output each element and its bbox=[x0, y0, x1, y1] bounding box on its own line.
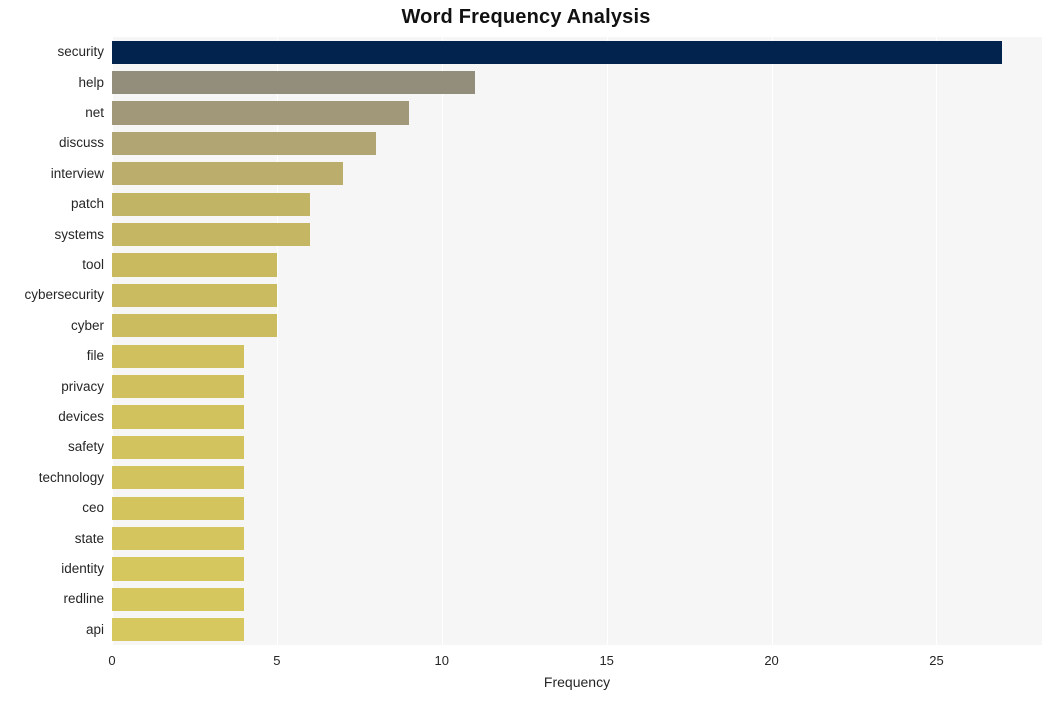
gridline-x-1 bbox=[276, 37, 278, 645]
bar-row bbox=[112, 618, 1042, 642]
bar-row bbox=[112, 253, 1042, 277]
bar-row bbox=[112, 162, 1042, 186]
y-axis-tick-labels: security help net discuss interview patch syst… bbox=[0, 37, 104, 645]
x-tick-label-25: 25 bbox=[929, 653, 944, 668]
chart-figure: Word Frequency Analysis security help net d… bbox=[0, 0, 1052, 701]
y-tick-label-patch: patch bbox=[70, 196, 104, 212]
y-tick-label-redline: redline bbox=[63, 591, 104, 607]
x-tick-label-20: 20 bbox=[764, 653, 779, 668]
gridline-x-0 bbox=[112, 37, 113, 645]
bar-devices bbox=[112, 405, 244, 429]
x-tick-label-0: 0 bbox=[108, 653, 116, 668]
chart-title: Word Frequency Analysis bbox=[401, 6, 651, 28]
bar-patch bbox=[112, 192, 310, 216]
y-tick-label-api: api bbox=[85, 621, 104, 637]
bar-row bbox=[112, 435, 1042, 459]
bar-cybersecurity bbox=[112, 283, 277, 307]
bar-row bbox=[112, 223, 1042, 247]
y-tick-label-tool: tool bbox=[82, 257, 104, 272]
x-axis-title: Frequency bbox=[543, 674, 611, 690]
y-tick-label-safety: safety bbox=[67, 439, 104, 455]
bar-file bbox=[112, 344, 244, 368]
y-tick-label-systems: systems bbox=[54, 226, 104, 242]
y-tick-label-cybersecurity: cybersecurity bbox=[24, 287, 104, 303]
y-tick-label-identity: identity bbox=[61, 561, 104, 576]
bar-privacy bbox=[112, 375, 244, 399]
gridline-x-4 bbox=[771, 37, 773, 645]
y-tick-label-security: security bbox=[57, 44, 104, 60]
bar-row bbox=[112, 71, 1042, 95]
bar-row bbox=[112, 557, 1042, 581]
y-tick-label-privacy: privacy bbox=[61, 378, 104, 394]
bar-net bbox=[112, 101, 409, 125]
bar-ceo bbox=[112, 496, 244, 520]
x-axis-tick-labels: 0 5 10 15 20 25 bbox=[0, 645, 1052, 675]
y-tick-label-ceo: ceo bbox=[82, 500, 104, 516]
plot-area bbox=[112, 37, 1042, 645]
bar-row bbox=[112, 131, 1042, 155]
bar-safety bbox=[112, 435, 244, 459]
bar-security bbox=[112, 40, 1003, 64]
x-tick-label-5: 5 bbox=[273, 653, 281, 668]
gridline-x-2 bbox=[441, 37, 443, 645]
bar-row bbox=[112, 101, 1042, 125]
y-tick-label-devices: devices bbox=[58, 409, 104, 424]
y-tick-label-discuss: discuss bbox=[58, 135, 104, 151]
bar-row bbox=[112, 40, 1042, 64]
y-tick-label-state: state bbox=[74, 530, 104, 546]
bar-api bbox=[112, 618, 244, 642]
bar-help bbox=[112, 71, 475, 95]
x-tick-label-15: 15 bbox=[599, 653, 614, 668]
bar-row bbox=[112, 405, 1042, 429]
x-tick-label-10: 10 bbox=[434, 653, 450, 668]
y-tick-label-net: net bbox=[85, 105, 104, 120]
bar-technology bbox=[112, 466, 244, 490]
bar-row bbox=[112, 344, 1042, 368]
y-tick-label-technology: technology bbox=[38, 469, 104, 485]
y-tick-label-cyber: cyber bbox=[70, 317, 104, 333]
bar-discuss bbox=[112, 131, 376, 155]
bar-row bbox=[112, 496, 1042, 520]
bar-redline bbox=[112, 587, 244, 611]
bar-cyber bbox=[112, 314, 277, 338]
bar-row bbox=[112, 314, 1042, 338]
bar-row bbox=[112, 527, 1042, 551]
gridline-x-5 bbox=[936, 37, 938, 645]
bar-row bbox=[112, 192, 1042, 216]
bar-identity bbox=[112, 557, 244, 581]
bar-row bbox=[112, 283, 1042, 307]
bar-interview bbox=[112, 162, 343, 186]
gridline-x-3 bbox=[606, 37, 608, 645]
bar-systems bbox=[112, 223, 310, 247]
bar-tool bbox=[112, 253, 277, 277]
y-tick-label-interview: interview bbox=[50, 165, 104, 181]
bar-row bbox=[112, 466, 1042, 490]
bar-state bbox=[112, 527, 244, 551]
y-tick-label-file: file bbox=[86, 348, 104, 364]
bar-row bbox=[112, 587, 1042, 611]
bar-row bbox=[112, 375, 1042, 399]
y-tick-label-help: help bbox=[78, 74, 104, 90]
